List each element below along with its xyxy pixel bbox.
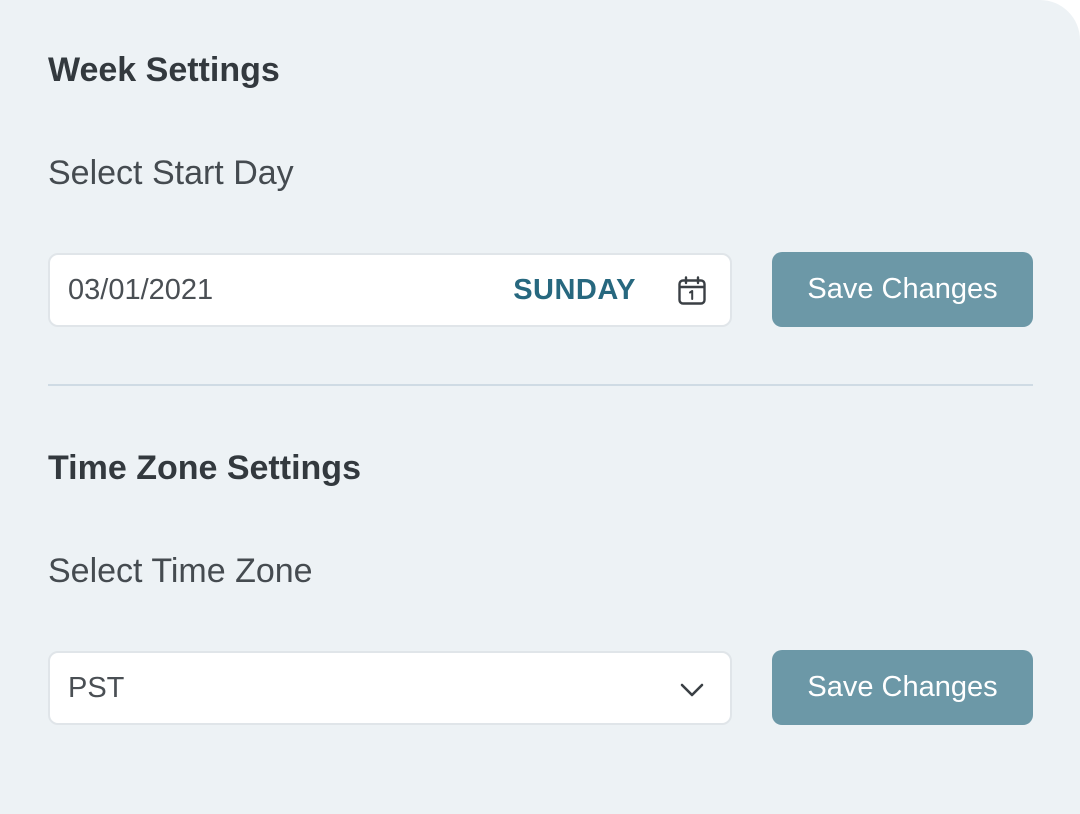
time-zone-label: Select Time Zone xyxy=(48,552,313,590)
start-date-value: 03/01/2021 xyxy=(68,273,214,306)
start-date-input[interactable]: 03/01/2021 SUNDAY xyxy=(48,253,732,327)
time-zone-select[interactable]: PST xyxy=(48,651,732,725)
start-day-name: SUNDAY xyxy=(513,273,636,306)
settings-card: Week Settings Select Start Day 03/01/202… xyxy=(0,0,1080,814)
chevron-down-icon[interactable] xyxy=(678,676,706,704)
time-zone-settings-title: Time Zone Settings xyxy=(48,449,361,487)
start-day-label: Select Start Day xyxy=(48,154,294,192)
save-time-zone-button[interactable]: Save Changes xyxy=(772,650,1033,725)
section-divider xyxy=(48,384,1033,386)
save-week-settings-button[interactable]: Save Changes xyxy=(772,252,1033,327)
time-zone-value: PST xyxy=(68,671,125,704)
calendar-icon[interactable] xyxy=(676,275,708,307)
week-settings-title: Week Settings xyxy=(48,51,280,89)
